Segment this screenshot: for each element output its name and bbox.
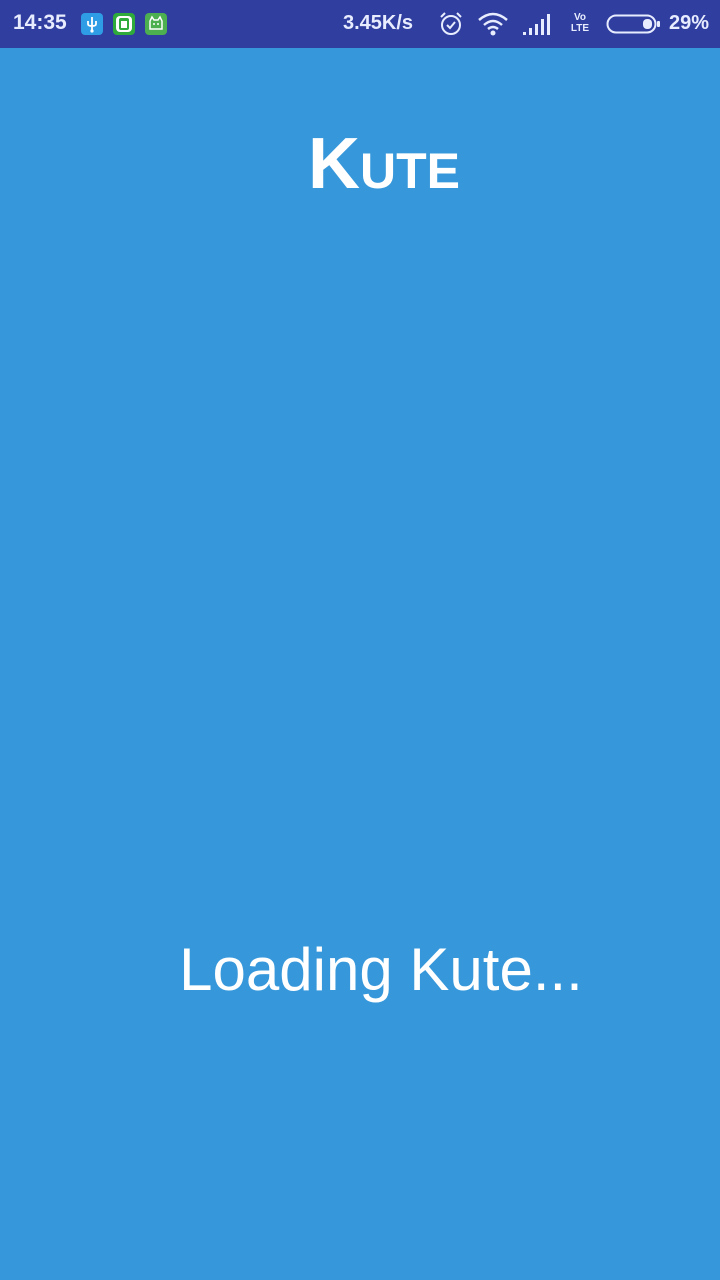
app-title: Kute	[308, 124, 460, 204]
wifi-icon	[477, 11, 509, 42]
battery-percent: 29%	[669, 12, 710, 34]
cleaner-icon	[113, 13, 135, 35]
loading-message: Loading Kute...	[179, 936, 583, 1003]
battery-icon	[606, 13, 662, 40]
signal-icon	[522, 12, 554, 41]
status-time: 14:35	[13, 11, 67, 34]
usb-icon	[81, 13, 103, 35]
volte-icon: Vo LTE	[567, 12, 593, 34]
status-bar: 14:35 3.45K/s Vo LTE 29%	[0, 0, 720, 48]
volte-top-label: Vo	[573, 12, 587, 23]
alarm-icon	[437, 10, 465, 43]
battery-fill	[643, 19, 652, 29]
network-speed: 3.45K/s	[343, 12, 414, 34]
volte-bottom-label: LTE	[570, 23, 590, 34]
android-cat-icon	[145, 13, 167, 35]
